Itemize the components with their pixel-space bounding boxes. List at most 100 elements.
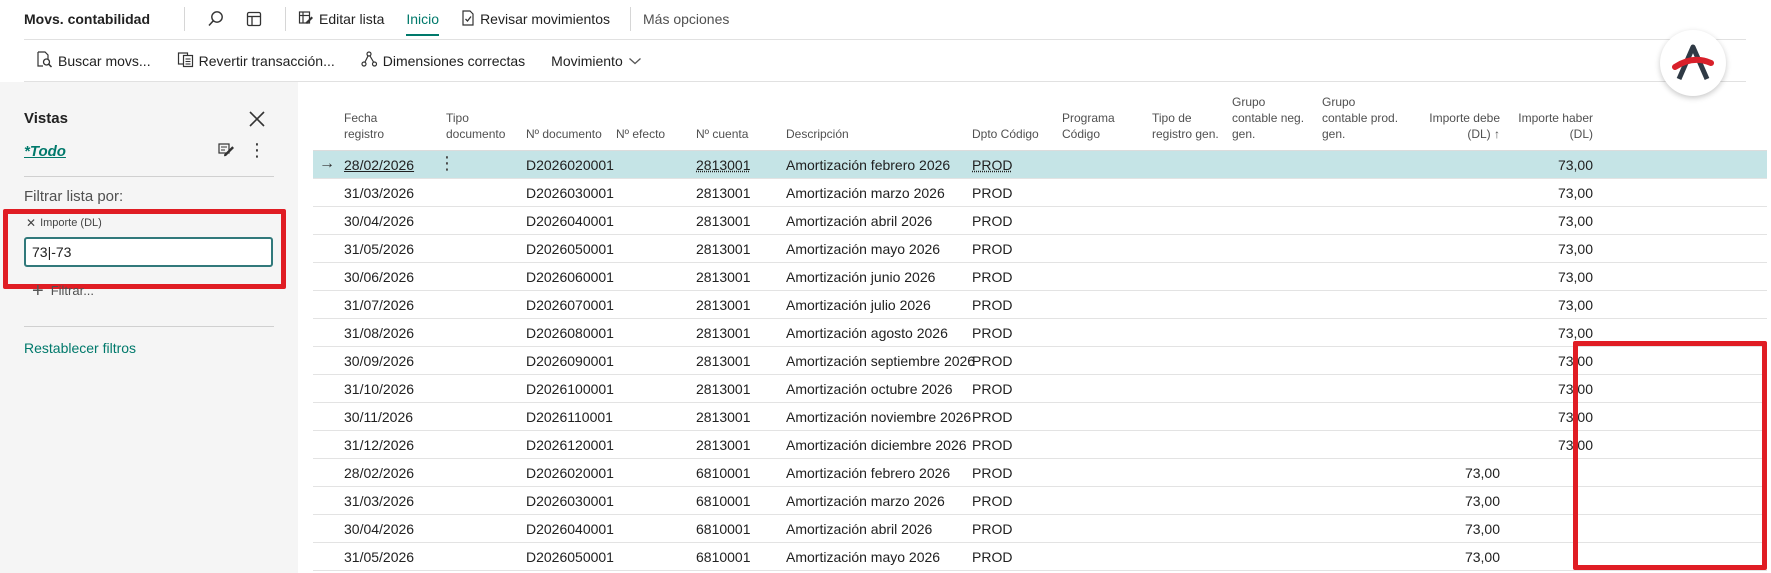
column-header[interactable]: Importe debe (DL) ↑ [1429, 110, 1500, 142]
cell-account-no: 2813001 [696, 213, 751, 229]
reverse-transaction-button[interactable]: Revertir transacción... [177, 51, 335, 71]
cell-dept-code: PROD [972, 409, 1013, 425]
column-header-label: Grupo [1322, 95, 1356, 109]
cell-account-no: 6810001 [696, 521, 751, 537]
column-header[interactable]: Descripción [786, 126, 849, 142]
table-row[interactable]: 30/04/2026 D2026040001 6810001 Amortización… [313, 515, 1767, 543]
cell-credit-amount: 73,00 [1557, 185, 1593, 201]
column-header[interactable]: Nº cuenta [696, 126, 748, 142]
cell-document-no: D2026040001 [526, 213, 614, 229]
cell-document-no: D2026090001 [526, 353, 614, 369]
cell-account-no: 6810001 [696, 549, 751, 565]
column-header[interactable]: Tipo de registro gen. [1152, 110, 1219, 142]
table-row[interactable]: 31/07/2026 D2026070001 2813001 Amortización… [313, 291, 1767, 319]
cell-debit-amount: 73,00 [1464, 521, 1500, 537]
cell-document-no: D2026070001 [526, 297, 614, 313]
edit-view-icon[interactable] [217, 140, 237, 160]
cell-dept-code: PROD [972, 465, 1013, 481]
search-icon[interactable] [205, 8, 227, 30]
table-row[interactable]: → ⋮ 28/02/2026 D2026020001 2813001 Amortizaci… [313, 151, 1767, 179]
column-header[interactable]: Dpto Código [972, 126, 1039, 142]
cell-credit-amount: 73,00 [1557, 213, 1593, 229]
add-filter-button[interactable]: + Filtrar... [32, 281, 95, 301]
edit-list-button[interactable]: Editar lista [298, 10, 384, 29]
cell-posting-date: 30/06/2026 [344, 269, 415, 285]
table-row[interactable]: 31/08/2026 D2026080001 2813001 Amortización… [313, 319, 1767, 347]
cell-account-no: 2813001 [696, 241, 751, 257]
table-row[interactable]: 30/04/2026 D2026040001 2813001 Amortización… [313, 207, 1767, 235]
cell-dept-code: PROD [972, 297, 1013, 313]
tab-home[interactable]: Inicio [406, 11, 440, 36]
reset-filters-link[interactable]: Restablecer filtros [24, 340, 136, 356]
cell-credit-amount: 73,00 [1557, 409, 1593, 425]
table-row[interactable]: 30/09/2026 D2026090001 2813001 Amortización… [313, 347, 1767, 375]
column-header[interactable]: Tipo documento [446, 110, 505, 142]
table-row[interactable]: 31/05/2026 D2026050001 2813001 Amortización… [313, 235, 1767, 263]
table-row[interactable]: 30/06/2026 D2026060001 2813001 Amortización… [313, 263, 1767, 291]
cell-dept-code: PROD [972, 493, 1013, 509]
cell-description: Amortización noviembre 2026 [786, 409, 972, 425]
close-icon[interactable] [246, 108, 268, 130]
cell-document-no: D2026110001 [526, 409, 613, 425]
layout-icon[interactable] [243, 8, 265, 30]
cell-account-no: 6810001 [696, 465, 751, 481]
cell-posting-date: 31/05/2026 [344, 549, 415, 565]
cell-credit-amount: 73,00 [1557, 325, 1593, 341]
cell-posting-date[interactable]: 28/02/2026 [344, 157, 414, 173]
column-header[interactable]: Fecha registro [344, 110, 384, 142]
edit-list-label: Editar lista [319, 11, 385, 27]
table-row[interactable]: 31/03/2026 D2026030001 2813001 Amortización… [313, 179, 1767, 207]
reverse-transaction-icon [177, 51, 194, 71]
cell-posting-date: 31/08/2026 [344, 325, 415, 341]
cell-account-no: 2813001 [696, 381, 751, 397]
column-header-label: contable neg. [1232, 111, 1305, 125]
entry-menu-button[interactable]: Movimiento [551, 53, 642, 69]
table-row[interactable]: 31/05/2026 D2026050001 6810001 Amortización… [313, 543, 1767, 571]
cell-document-no: D2026020001 [526, 157, 614, 173]
remove-filter-icon[interactable]: ✕ [26, 216, 36, 230]
filter-list-heading: Filtrar lista por: [24, 188, 124, 205]
table-row[interactable]: 31/12/2026 D2026120001 2813001 Amortización… [313, 431, 1767, 459]
amount-filter-input[interactable] [24, 237, 273, 267]
column-header-label: registro gen. [1152, 127, 1219, 141]
review-entries-button[interactable]: Revisar movimientos [461, 9, 610, 29]
cell-account-no: 6810001 [696, 493, 751, 509]
cell-account-no: 2813001 [696, 437, 751, 453]
cell-debit-amount: 73,00 [1464, 493, 1500, 509]
view-all-link[interactable]: *Todo [24, 143, 66, 160]
more-vertical-icon[interactable]: ⋮ [248, 140, 266, 160]
add-filter-label: Filtrar... [50, 283, 95, 298]
column-header-label: Fecha [344, 111, 378, 125]
tab-home-label: Inicio [406, 11, 440, 27]
column-header[interactable]: Importe haber (DL) [1518, 110, 1593, 142]
cell-document-no: D2026040001 [526, 521, 614, 537]
column-header-label: documento [446, 127, 506, 141]
column-header[interactable]: Programa Código [1062, 110, 1115, 142]
find-entries-label: Buscar movs... [58, 52, 151, 69]
table-row[interactable]: 28/02/2026 D2026020001 6810001 Amortización… [313, 459, 1767, 487]
page-title: Movs. contabilidad [24, 11, 151, 27]
more-options-button[interactable]: Más opciones [643, 11, 729, 27]
cell-debit-amount: 73,00 [1464, 465, 1500, 481]
find-entries-button[interactable]: Buscar movs... [36, 50, 151, 71]
table-row[interactable]: 31/03/2026 D2026030001 6810001 Amortización… [313, 487, 1767, 515]
column-header[interactable]: Nº efecto [616, 126, 665, 142]
column-header-label: registro [344, 127, 385, 141]
find-entries-icon [36, 50, 53, 71]
column-header[interactable]: Grupo contable neg. gen. [1232, 94, 1304, 142]
cell-description: Amortización mayo 2026 [786, 241, 941, 257]
column-header[interactable]: Grupo contable prod. gen. [1322, 94, 1398, 142]
column-header[interactable]: Nº documento [526, 126, 602, 142]
cell-dept-code: PROD [972, 213, 1013, 229]
correct-dimensions-button[interactable]: Dimensiones correctas [361, 50, 525, 71]
top-action-bar: Movs. contabilidad Editar lista Inicio R… [0, 0, 1771, 38]
cell-credit-amount: 73,00 [1557, 241, 1593, 257]
table-row[interactable]: 31/10/2026 D2026100001 2813001 Amortización… [313, 375, 1767, 403]
cell-dept-code: PROD [972, 241, 1013, 257]
cell-credit-amount: 73,00 [1557, 297, 1593, 313]
table-row[interactable]: 30/11/2026 D2026110001 2813001 Amortización… [313, 403, 1767, 431]
row-actions-icon[interactable]: ⋮ [438, 153, 456, 174]
cell-document-no: D2026060001 [526, 269, 614, 285]
cell-credit-amount: 73,00 [1557, 353, 1593, 369]
cell-credit-amount: 73,00 [1557, 381, 1593, 397]
